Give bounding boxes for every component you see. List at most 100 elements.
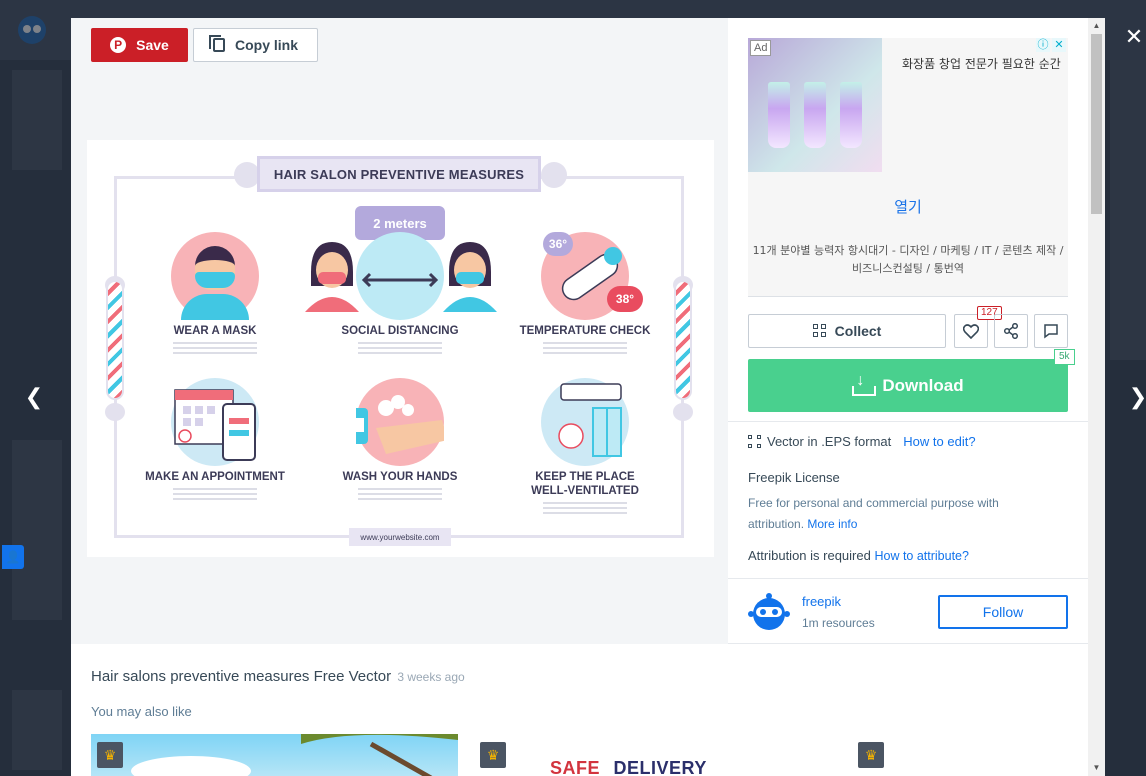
ad-product — [768, 82, 790, 148]
copy-link-label: Copy link — [234, 37, 298, 53]
share-icon — [1003, 323, 1019, 339]
more-info-link[interactable]: More info — [807, 517, 857, 531]
chevron-left-icon[interactable]: ❮ — [22, 384, 46, 410]
related-heading: You may also like — [91, 704, 192, 719]
ad-headline[interactable]: 화장품 창업 전문가 필요한 순간 — [902, 54, 1064, 74]
ad-product — [804, 82, 826, 148]
person-left-illustration — [305, 242, 359, 312]
thumbnail-text-safe: SAFE — [550, 758, 601, 776]
ad-label: Ad — [750, 40, 772, 56]
item-label: MAKE AN APPOINTMENT — [145, 471, 285, 483]
scroll-down-icon[interactable]: ▼ — [1088, 760, 1105, 776]
share-button[interactable] — [994, 314, 1028, 348]
item-label: TEMPERATURE CHECK — [519, 325, 651, 337]
close-icon[interactable]: ✕ — [1124, 26, 1144, 48]
divider — [748, 296, 1068, 297]
copy-link-button[interactable]: Copy link — [193, 28, 318, 62]
attribution-info: Attribution is required How to attribute… — [748, 548, 969, 563]
author-name-link[interactable]: freepik — [802, 594, 841, 609]
avatar[interactable] — [748, 591, 790, 633]
placeholder-text — [173, 488, 257, 502]
barber-pole-left — [106, 280, 124, 400]
close-icon[interactable]: ✕ — [1052, 38, 1066, 52]
crown-icon: ♛ — [97, 742, 123, 768]
infographic-footer: www.yourwebsite.com — [349, 528, 451, 546]
placeholder-text — [358, 342, 442, 356]
placeholder-text — [543, 342, 627, 356]
collect-label: Collect — [834, 323, 882, 339]
details-sidebar: Ad ⓘ ✕ 화장품 창업 전문가 필요한 순간 열기 11개 분야별 능력자 항… — [728, 18, 1088, 644]
preview-pane: P Save Copy link HAIR SALON PREVENTIVE M… — [71, 18, 728, 644]
distancing-illustration — [356, 232, 444, 320]
related-thumbnail[interactable]: ♛ — [852, 734, 1088, 776]
person-right-illustration — [443, 242, 497, 312]
save-label: Save — [136, 37, 169, 53]
infographic-title: HAIR SALON PREVENTIVE MEASURES — [257, 156, 541, 192]
ad-open-button[interactable]: 열기 — [748, 196, 1068, 217]
resource-title-text: Hair salons preventive measures Free Vec… — [91, 668, 392, 685]
scrollbar-thumb[interactable] — [1091, 34, 1102, 214]
user-icon[interactable]: 👤 — [2, 545, 24, 569]
advertisement[interactable]: Ad ⓘ ✕ 화장품 창업 전문가 필요한 순간 열기 11개 분야별 능력자 항… — [748, 38, 1068, 296]
divider — [728, 578, 1088, 579]
crown-icon: ♛ — [858, 742, 884, 768]
infographic-item-wash: WASH YOUR HANDS — [320, 378, 480, 502]
download-count-badge: 5k — [1054, 349, 1075, 365]
how-to-edit-link[interactable]: How to edit? — [903, 434, 975, 449]
format-info: Vector in .EPS format How to edit? — [748, 434, 976, 449]
save-button[interactable]: P Save — [91, 28, 188, 62]
ad-choices[interactable]: ⓘ ✕ — [1036, 38, 1066, 52]
follow-button[interactable]: Follow — [938, 595, 1068, 629]
how-to-attribute-link[interactable]: How to attribute? — [874, 549, 969, 563]
handwash-illustration — [338, 378, 448, 466]
item-label: WEAR A MASK — [173, 325, 257, 337]
resource-title: Hair salons preventive measures Free Vec… — [91, 668, 465, 685]
barber-pole-right — [674, 280, 692, 400]
download-icon — [852, 372, 877, 396]
infographic-item-ventilation: KEEP THE PLACE WELL-VENTILATED — [505, 378, 665, 516]
heart-icon — [963, 323, 979, 339]
format-text: Vector in .EPS format — [767, 434, 892, 449]
collect-button[interactable]: Collect — [748, 314, 946, 348]
resource-age: 3 weeks ago — [397, 670, 465, 684]
resource-modal: P Save Copy link HAIR SALON PREVENTIVE M… — [71, 18, 1105, 776]
license-description: Free for personal and commercial purpose… — [748, 493, 1048, 535]
related-thumbnail[interactable]: ♛ — [91, 734, 458, 776]
decoration-dot — [541, 162, 567, 188]
infographic-item-appointment: MAKE AN APPOINTMENT — [135, 378, 295, 502]
thumbnail-text: SAFE DELIVERY — [550, 758, 707, 776]
pole-cap — [105, 403, 125, 421]
preview-image[interactable]: HAIR SALON PREVENTIVE MEASURES WEAR A MA… — [87, 140, 714, 557]
pinterest-icon: P — [110, 37, 127, 53]
ad-image[interactable] — [748, 38, 882, 172]
double-arrow-icon — [361, 272, 439, 288]
placeholder-text — [173, 342, 257, 356]
calendar-illustration — [171, 378, 259, 466]
pole-cap — [673, 403, 693, 421]
crown-icon: ♛ — [480, 742, 506, 768]
thumbnail-art — [301, 734, 458, 776]
license-title: Freepik License — [748, 470, 840, 485]
info-icon[interactable]: ⓘ — [1036, 38, 1050, 52]
ventilation-illustration — [541, 378, 629, 466]
scroll-up-icon[interactable]: ▲ — [1088, 18, 1105, 34]
item-label: WASH YOUR HANDS — [342, 471, 458, 483]
comment-icon — [1044, 324, 1058, 339]
placeholder-text — [358, 488, 442, 502]
related-thumbnail[interactable]: ♛ SAFE DELIVERY — [474, 734, 841, 776]
temp-low-badge: 36° — [543, 232, 573, 256]
download-button[interactable]: Download — [748, 359, 1068, 412]
comment-button[interactable] — [1034, 314, 1068, 348]
item-label: SOCIAL DISTANCING — [341, 325, 459, 337]
collect-icon — [812, 324, 827, 338]
modal-scrollbar[interactable]: ▲ ▼ — [1088, 18, 1105, 776]
copy-icon — [208, 35, 225, 52]
item-label: KEEP THE PLACE WELL-VENTILATED — [531, 471, 639, 497]
resource-info-section: Hair salons preventive measures Free Vec… — [71, 644, 1088, 776]
infographic-item-mask: WEAR A MASK — [135, 232, 295, 356]
chevron-right-icon[interactable]: ❯ — [1126, 384, 1146, 410]
author-resources: 1m resources — [802, 616, 875, 630]
download-label: Download — [882, 375, 964, 395]
ad-description[interactable]: 11개 분야별 능력자 항시대기 - 디자인 / 마케팅 / IT / 콘텐츠 … — [750, 242, 1066, 278]
vector-format-icon — [748, 435, 761, 448]
